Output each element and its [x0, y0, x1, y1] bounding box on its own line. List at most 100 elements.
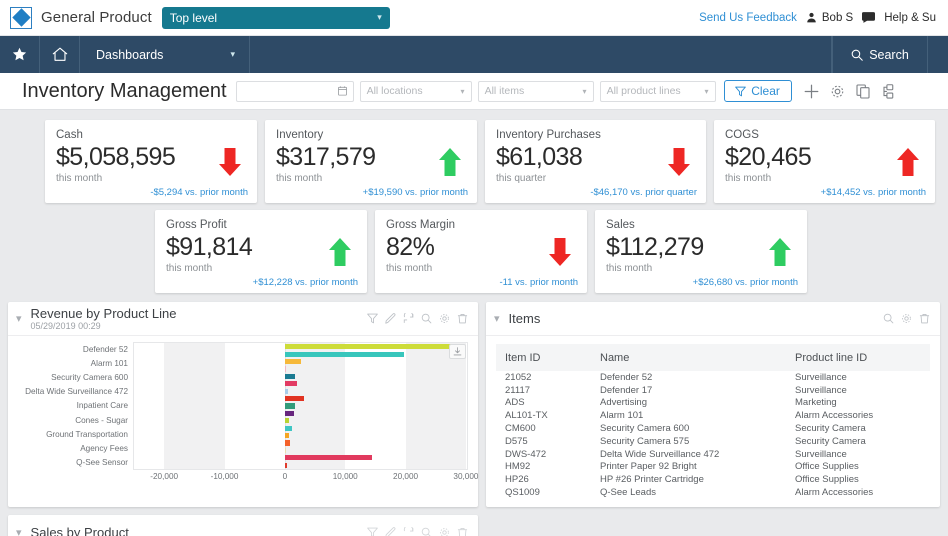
search-icon[interactable] [421, 313, 432, 324]
filter-icon[interactable] [367, 313, 378, 324]
search-icon[interactable] [421, 527, 432, 536]
kpi-card-inventory-purchases[interactable]: Inventory Purchases$61,038this quarter-$… [485, 120, 706, 203]
top-bar-right: Send Us Feedback Bob S Help & Su [699, 12, 936, 24]
kpi-delta: +$19,590 vs. prior month [363, 187, 468, 198]
refresh-icon[interactable] [403, 527, 414, 536]
table-row[interactable]: 21117Defender 17Surveillance [496, 384, 930, 397]
chat-icon[interactable] [862, 12, 875, 23]
collapse-caret-icon[interactable]: ▾ [494, 312, 500, 325]
kpi-card-cash[interactable]: Cash$5,058,595this month-$5,294 vs. prio… [45, 120, 257, 203]
user-name: Bob S [822, 12, 853, 24]
scope-selector[interactable]: Top level ▾ [162, 7, 390, 29]
gear-icon[interactable] [439, 313, 450, 324]
table-row[interactable]: DWS-472Delta Wide Surveillance 472Survei… [496, 448, 930, 461]
chart-bar[interactable] [285, 366, 287, 371]
user-menu[interactable]: Bob S [806, 12, 853, 24]
table-row[interactable]: HP26HP #26 Printer CartridgeOffice Suppl… [496, 473, 930, 486]
chart-tick-label: 10,000 [333, 472, 358, 481]
product-lines-filter[interactable]: All product lines ▾ [600, 81, 716, 102]
search-icon[interactable] [883, 313, 894, 324]
trash-icon[interactable] [457, 527, 468, 536]
gear-icon[interactable] [439, 527, 450, 536]
table-row[interactable]: ADSAdvertisingMarketing [496, 397, 930, 410]
settings-button[interactable] [830, 84, 845, 99]
table-row[interactable]: D575Security Camera 575Security Camera [496, 435, 930, 448]
kpi-card-gross-profit[interactable]: Gross Profit$91,814this month+$12,228 vs… [155, 210, 367, 293]
star-icon [12, 47, 27, 62]
send-feedback-link[interactable]: Send Us Feedback [699, 12, 797, 24]
chart-bar[interactable] [285, 403, 295, 408]
table-row[interactable]: QS1009Q-See LeadsAlarm Accessories [496, 486, 930, 499]
table-row[interactable]: HM92Printer Paper 92 BrightOffice Suppli… [496, 461, 930, 474]
kpi-label: Inventory Purchases [496, 129, 695, 141]
chart-bar[interactable] [285, 389, 288, 394]
chart-download-button[interactable] [449, 344, 466, 359]
items-table-header-row: Item IDNameProduct line ID [496, 344, 930, 371]
chart-bar[interactable] [285, 344, 453, 349]
refresh-icon[interactable] [403, 313, 414, 324]
chart-bar[interactable] [285, 455, 373, 460]
table-row[interactable]: CM600Security Camera 600Security Camera [496, 422, 930, 435]
kpi-delta: -11 vs. prior month [500, 277, 579, 288]
table-cell: Marketing [786, 397, 930, 410]
chart-bar[interactable] [285, 433, 289, 438]
add-button[interactable] [804, 84, 819, 99]
kpi-card-gross-margin[interactable]: Gross Margin82%this month-11 vs. prior m… [375, 210, 587, 293]
duplicate-button[interactable] [856, 84, 871, 99]
kpi-label: COGS [725, 129, 924, 141]
sales-by-product-panel: ▾ Sales by Product [8, 515, 478, 536]
date-filter[interactable] [236, 81, 354, 102]
trash-icon[interactable] [457, 313, 468, 324]
items-column-header[interactable]: Item ID [496, 344, 591, 371]
chart-tick-label: 20,000 [393, 472, 418, 481]
chart-bar[interactable] [285, 396, 304, 401]
table-cell: Security Camera [786, 435, 930, 448]
chart-bar[interactable] [285, 426, 293, 431]
chart-bar[interactable] [285, 440, 290, 445]
chart-bar[interactable] [285, 448, 287, 453]
items-column-header[interactable]: Name [591, 344, 786, 371]
table-cell: Q-See Leads [591, 486, 786, 499]
chart-bar[interactable] [285, 359, 301, 364]
home-button[interactable] [40, 36, 80, 73]
chart-bar[interactable] [285, 381, 297, 386]
pencil-icon[interactable] [385, 527, 396, 536]
favorites-button[interactable] [0, 36, 40, 73]
nav-dashboards-menu[interactable]: Dashboards ▾ [80, 36, 250, 73]
chart-category-label: Defender 52 [83, 344, 128, 355]
items-filter[interactable]: All items ▾ [478, 81, 594, 102]
chart-bar[interactable] [285, 352, 404, 357]
table-row[interactable]: AL101-TXAlarm 101Alarm Accessories [496, 409, 930, 422]
locations-filter[interactable]: All locations ▾ [360, 81, 472, 102]
chart-tick-label: -20,000 [150, 472, 178, 481]
chart-band [164, 343, 224, 469]
kpi-card-inventory[interactable]: Inventory$317,579this month+$19,590 vs. … [265, 120, 477, 203]
table-row[interactable]: 21052Defender 52Surveillance [496, 371, 930, 384]
table-cell: Office Supplies [786, 461, 930, 474]
kpi-card-cogs[interactable]: COGS$20,465this month+$14,452 vs. prior … [714, 120, 935, 203]
chart-bar[interactable] [285, 463, 287, 468]
trash-icon[interactable] [919, 313, 930, 324]
panel-row: ▾ Revenue by Product Line 05/29/2019 00:… [0, 293, 948, 507]
items-column-header[interactable]: Product line ID [786, 344, 930, 371]
share-button[interactable] [882, 84, 896, 99]
chart-bar[interactable] [285, 411, 294, 416]
table-cell: Security Camera 600 [591, 422, 786, 435]
help-link[interactable]: Help & Su [884, 12, 936, 24]
user-icon [806, 12, 817, 23]
filter-icon[interactable] [367, 527, 378, 536]
sales-panel-title: Sales by Product [31, 525, 129, 536]
kpi-card-sales[interactable]: Sales$112,279this month+$26,680 vs. prio… [595, 210, 807, 293]
chevron-down-icon: ▾ [461, 87, 465, 96]
nav-search-button[interactable]: Search [832, 36, 928, 73]
chart-value-axis: -20,000-10,000010,00020,00030,000 [133, 470, 468, 484]
clear-filters-button[interactable]: Clear [724, 80, 792, 102]
gear-icon[interactable] [901, 313, 912, 324]
kpi-label: Sales [606, 219, 796, 231]
table-cell: HM92 [496, 461, 591, 474]
chart-bar[interactable] [285, 418, 290, 423]
collapse-caret-icon[interactable]: ▾ [16, 526, 22, 536]
chart-bar[interactable] [285, 374, 296, 379]
pencil-icon[interactable] [385, 313, 396, 324]
collapse-caret-icon[interactable]: ▾ [16, 312, 22, 325]
